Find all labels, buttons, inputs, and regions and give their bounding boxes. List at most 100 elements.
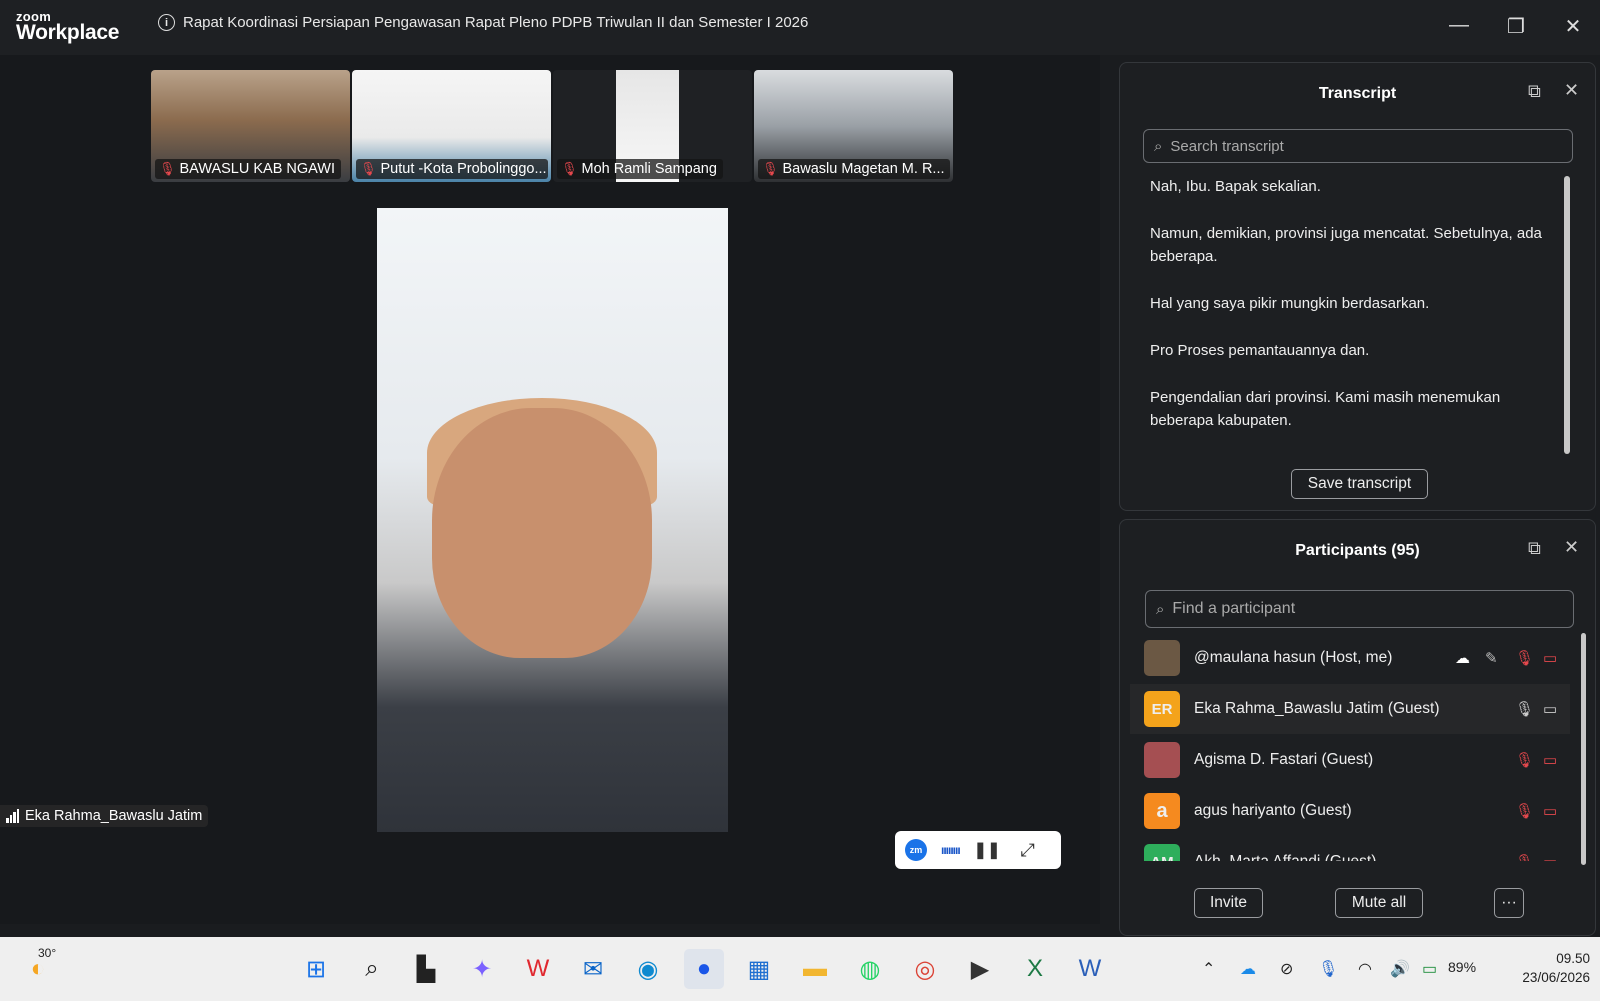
sync-off-icon[interactable]: ⊘ xyxy=(1280,959,1293,979)
thumbnail-name-tag: 🎙 Putut -Kota Probolinggo... xyxy=(356,159,548,179)
thumbnail-name: BAWASLU KAB NGAWI xyxy=(179,161,336,177)
participants-panel: Participants (95) ⧉ ✕ ⌕ Find a participa… xyxy=(1119,519,1596,936)
onedrive-icon[interactable]: ☁ xyxy=(1240,959,1256,979)
video-icon[interactable]: ▭ xyxy=(1543,700,1557,718)
outlook-icon[interactable]: ✉ xyxy=(573,949,613,989)
mic-muted-icon[interactable]: 🎙 xyxy=(1515,802,1534,820)
volume-icon[interactable]: 🔊 xyxy=(1390,959,1410,979)
close-icon[interactable]: ✕ xyxy=(1564,80,1579,101)
mute-all-button[interactable]: Mute all xyxy=(1335,888,1423,918)
start-icon[interactable]: ⊞ xyxy=(296,949,336,989)
avatar: a xyxy=(1144,793,1180,829)
participant-search-placeholder: Find a participant xyxy=(1172,600,1296,617)
transcript-line: Nah, Ibu. Bapak sekalian. xyxy=(1150,178,1321,195)
video-thumbnail[interactable]: 🎙 Moh Ramli Sampang xyxy=(553,70,752,182)
thumbnail-name-tag: 🎙 BAWASLU KAB NGAWI xyxy=(155,159,342,179)
edit-icon[interactable]: ✎ xyxy=(1485,649,1498,667)
participant-row[interactable]: AM Akh. Marta Affandi (Guest) 🎙 ▭ xyxy=(1130,837,1570,861)
cloud-icon: ☁ xyxy=(1455,650,1470,667)
whatsapp-icon[interactable]: ◍ xyxy=(850,949,890,989)
mic-muted-icon: 🎙 xyxy=(762,161,779,176)
transcript-search-placeholder: Search transcript xyxy=(1170,137,1284,155)
weather-temp: 30° xyxy=(38,946,57,960)
transcript-search-input[interactable]: ⌕ Search transcript xyxy=(1143,129,1573,163)
mic-muted-icon[interactable]: 🎙 xyxy=(1515,751,1534,769)
active-speaker-label: Eka Rahma_Bawaslu Jatim xyxy=(0,805,209,827)
invite-button[interactable]: Invite xyxy=(1194,888,1263,918)
participant-row[interactable]: a agus hariyanto (Guest) 🎙 ▭ xyxy=(1130,786,1570,836)
task-view-icon[interactable]: ▙ xyxy=(406,949,446,989)
save-transcript-button[interactable]: Save transcript xyxy=(1291,469,1428,499)
video-off-icon[interactable]: ▭ xyxy=(1543,853,1557,861)
search-icon[interactable]: ⌕ xyxy=(352,949,392,989)
transcript-line: Namun, demikian, provinsi juga mencatat.… xyxy=(1150,225,1542,265)
active-speaker-video[interactable] xyxy=(377,208,728,832)
video-off-icon[interactable]: ▭ xyxy=(1543,751,1557,769)
transcript-title: Transcript xyxy=(1318,85,1397,102)
expand-icon[interactable]: ⤢ xyxy=(1020,840,1034,861)
thumbnail-name: Putut -Kota Probolinggo... xyxy=(380,161,547,177)
info-icon[interactable]: i xyxy=(158,14,175,31)
participant-name: Agisma D. Fastari (Guest) xyxy=(1194,751,1374,768)
taskbar: ◐ 30° ⊞ ⌕ ▙ ✦ W ✉ ◉ ● ▦ ▬ ◍ ◎ ▶ X W ⌃ ☁ … xyxy=(0,937,1600,1001)
meeting-title[interactable]: i Rapat Koordinasi Persiapan Pengawasan … xyxy=(158,14,808,31)
participant-row[interactable]: ER Eka Rahma_Bawaslu Jatim (Guest) 🎙 ▭ xyxy=(1130,684,1570,734)
pop-out-icon[interactable]: ⧉ xyxy=(1528,81,1541,102)
video-thumbnail[interactable]: 🎙 Bawaslu Magetan M. R... xyxy=(754,70,953,182)
excel-icon[interactable]: X xyxy=(1015,949,1055,989)
avatar: ER xyxy=(1144,691,1180,727)
participant-name: @maulana hasun (Host, me) xyxy=(1194,649,1393,666)
clock[interactable]: 09.50 23/06/2026 xyxy=(1500,949,1590,987)
clock-date: 23/06/2026 xyxy=(1522,970,1590,985)
close-icon[interactable]: ✕ xyxy=(1564,537,1579,558)
wifi-icon[interactable]: ◠ xyxy=(1358,959,1372,979)
more-options-button[interactable]: ··· xyxy=(1494,888,1524,918)
participant-scrollbar[interactable] xyxy=(1581,633,1586,865)
copilot-icon[interactable]: ✦ xyxy=(462,949,502,989)
mic-icon[interactable]: 🎙 xyxy=(1515,700,1534,718)
thumbnail-strip: 🎙 BAWASLU KAB NGAWI 🎙 Putut -Kota Probolin… xyxy=(151,70,953,182)
restore-button[interactable]: ❐ xyxy=(1501,14,1531,39)
file-explorer-icon[interactable]: ▬ xyxy=(795,949,835,989)
mic-muted-icon: 🎙 xyxy=(159,161,176,176)
participant-search-input[interactable]: ⌕ Find a participant xyxy=(1145,590,1574,628)
transcript-panel: Transcript ⧉ ✕ ⌕ Search transcript Nah, … xyxy=(1119,62,1596,511)
active-speaker-name: Eka Rahma_Bawaslu Jatim xyxy=(25,808,203,824)
participants-title: Participants (95) xyxy=(1295,542,1420,559)
pause-icon[interactable]: ❚❚ xyxy=(974,840,1001,860)
participant-row[interactable]: @maulana hasun (Host, me) ☁ ✎ 🎙 ▭ xyxy=(1130,633,1570,683)
pop-out-icon[interactable]: ⧉ xyxy=(1528,538,1541,559)
word-icon[interactable]: W xyxy=(1070,949,1110,989)
video-thumbnail[interactable]: 🎙 Putut -Kota Probolinggo... xyxy=(352,70,551,182)
chevron-up-icon[interactable]: ⌃ xyxy=(1202,959,1215,979)
close-button[interactable]: ✕ xyxy=(1558,14,1588,39)
signal-icon xyxy=(6,809,19,823)
mic-muted-icon[interactable]: 🎙 xyxy=(1515,649,1534,667)
transcript-line: Pro Proses pemantauannya dan. xyxy=(1150,342,1370,359)
participant-name: agus hariyanto (Guest) xyxy=(1194,802,1352,819)
meeting-title-text: Rapat Koordinasi Persiapan Pengawasan Ra… xyxy=(183,14,809,31)
zoom-taskbar-icon[interactable]: ● xyxy=(684,949,724,989)
battery-icon[interactable]: ▭ xyxy=(1422,959,1437,979)
media-player-icon[interactable]: ▶ xyxy=(960,949,1000,989)
store-icon[interactable]: ▦ xyxy=(739,949,779,989)
search-icon: ⌕ xyxy=(1156,600,1165,618)
thumbnail-name: Bawaslu Magetan M. R... xyxy=(782,161,945,177)
wps-icon[interactable]: W xyxy=(518,949,558,989)
mic-muted-icon[interactable]: 🎙 xyxy=(1515,853,1534,861)
participant-row[interactable]: Agisma D. Fastari (Guest) 🎙 ▭ xyxy=(1130,735,1570,785)
zoom-logo: zoom Workplace xyxy=(16,10,119,43)
chrome-icon[interactable]: ◎ xyxy=(905,949,945,989)
audio-wave-icon: ıııııııı xyxy=(941,843,961,857)
video-thumbnail[interactable]: 🎙 BAWASLU KAB NGAWI xyxy=(151,70,350,182)
video-off-icon[interactable]: ▭ xyxy=(1543,649,1557,667)
minimize-button[interactable]: — xyxy=(1444,14,1474,37)
mic-tray-icon[interactable]: 🎙 xyxy=(1318,959,1338,979)
video-off-icon[interactable]: ▭ xyxy=(1543,802,1557,820)
logo-bottom: Workplace xyxy=(16,21,120,44)
thumbnail-name-tag: 🎙 Bawaslu Magetan M. R... xyxy=(758,159,950,179)
edge-icon[interactable]: ◉ xyxy=(628,949,668,989)
floating-recording-bar: zm ıııııııı ❚❚ ⤢ xyxy=(895,831,1061,869)
search-icon: ⌕ xyxy=(1154,137,1163,155)
transcript-scrollbar[interactable] xyxy=(1564,176,1570,454)
